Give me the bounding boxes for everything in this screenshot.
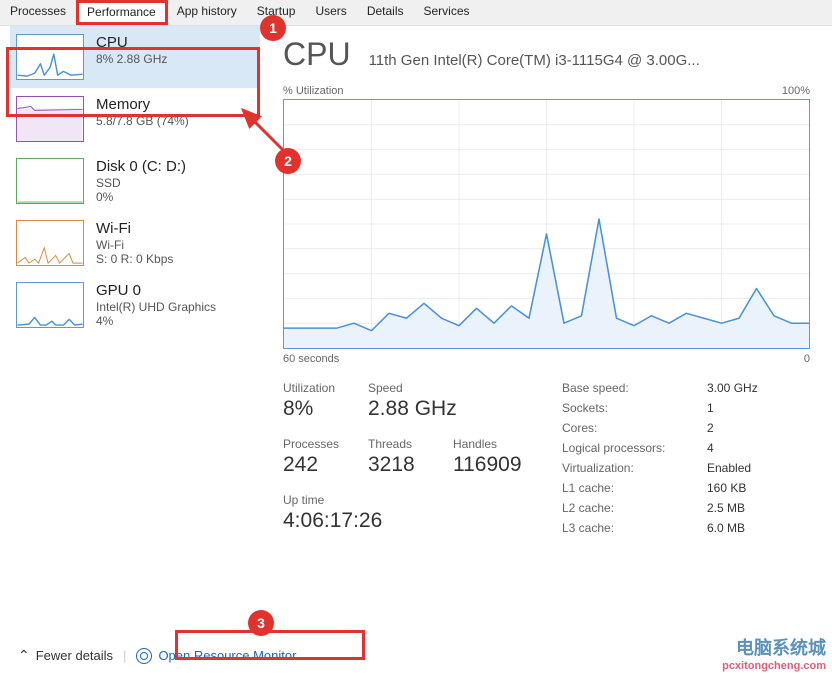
sidebar-item-wifi[interactable]: Wi-Fi Wi-Fi S: 0 R: 0 Kbps xyxy=(10,212,260,274)
memory-title: Memory xyxy=(96,96,189,113)
fewer-details-link[interactable]: Fewer details xyxy=(18,647,113,664)
open-resource-monitor-link[interactable]: Open Resource Monitor xyxy=(136,648,296,664)
handles-val: 116909 xyxy=(453,453,538,477)
util-lbl: Utilization xyxy=(283,381,368,395)
disk-thumb xyxy=(16,158,84,204)
handles-lbl: Handles xyxy=(453,437,538,451)
cpu-model: 11th Gen Intel(R) Core(TM) i3-1115G4 @ 3… xyxy=(369,52,810,69)
disk-sub2: 0% xyxy=(96,190,186,204)
chevron-up-icon xyxy=(18,647,30,664)
info-row: Virtualization:Enabled xyxy=(562,461,810,475)
cpu-sub: 8% 2.88 GHz xyxy=(96,52,167,66)
info-val: 3.00 GHz xyxy=(707,381,758,395)
chart-label-tl: % Utilization xyxy=(283,85,344,97)
util-val: 8% xyxy=(283,397,368,421)
info-val: 1 xyxy=(707,401,714,415)
proc-lbl: Processes xyxy=(283,437,368,451)
tab-details[interactable]: Details xyxy=(357,0,414,25)
info-row: L3 cache:6.0 MB xyxy=(562,521,810,535)
footer-divider: | xyxy=(123,648,126,663)
info-key: Cores: xyxy=(562,421,707,435)
info-val: Enabled xyxy=(707,461,751,475)
gpu-thumb xyxy=(16,282,84,328)
info-val: 6.0 MB xyxy=(707,521,745,535)
info-val: 160 KB xyxy=(707,481,746,495)
tab-services[interactable]: Services xyxy=(414,0,480,25)
chart-label-bl: 60 seconds xyxy=(283,353,339,365)
info-key: Base speed: xyxy=(562,381,707,395)
speed-lbl: Speed xyxy=(368,381,528,395)
wifi-sub2: S: 0 R: 0 Kbps xyxy=(96,252,173,266)
wifi-title: Wi-Fi xyxy=(96,220,173,237)
sidebar-item-gpu[interactable]: GPU 0 Intel(R) UHD Graphics 4% xyxy=(10,274,260,336)
gpu-sub2: 4% xyxy=(96,314,216,328)
speed-val: 2.88 GHz xyxy=(368,397,528,421)
cpu-thumb xyxy=(16,34,84,80)
sidebar-item-cpu[interactable]: CPU 8% 2.88 GHz xyxy=(10,26,260,88)
proc-val: 242 xyxy=(283,453,368,477)
footer: Fewer details | Open Resource Monitor xyxy=(0,641,832,670)
tab-users[interactable]: Users xyxy=(305,0,356,25)
chart-label-br: 0 xyxy=(804,353,810,365)
info-key: L3 cache: xyxy=(562,521,707,535)
sidebar-item-disk[interactable]: Disk 0 (C: D:) SSD 0% xyxy=(10,150,260,212)
content-panel: CPU 11th Gen Intel(R) Core(TM) i3-1115G4… xyxy=(265,26,832,638)
memory-sub: 5.8/7.8 GB (74%) xyxy=(96,114,189,128)
threads-lbl: Threads xyxy=(368,437,453,451)
sidebar: CPU 8% 2.88 GHz Memory 5.8/7.8 GB (74%) … xyxy=(0,26,265,638)
info-row: Cores:2 xyxy=(562,421,810,435)
info-val: 2 xyxy=(707,421,714,435)
info-key: Sockets: xyxy=(562,401,707,415)
wifi-thumb xyxy=(16,220,84,266)
threads-val: 3218 xyxy=(368,453,453,477)
info-key: Logical processors: xyxy=(562,441,707,455)
chart-label-tr: 100% xyxy=(782,85,810,97)
page-title: CPU xyxy=(283,36,351,73)
gpu-sub1: Intel(R) UHD Graphics xyxy=(96,300,216,314)
tab-processes[interactable]: Processes xyxy=(0,0,76,25)
tab-performance[interactable]: Performance xyxy=(76,0,167,25)
memory-thumb xyxy=(16,96,84,142)
info-row: Sockets:1 xyxy=(562,401,810,415)
cpu-chart[interactable] xyxy=(283,99,810,349)
disk-sub1: SSD xyxy=(96,176,186,190)
fewer-details-label: Fewer details xyxy=(36,648,113,663)
resmon-label: Open Resource Monitor xyxy=(158,648,296,663)
gpu-title: GPU 0 xyxy=(96,282,216,299)
info-row: L1 cache:160 KB xyxy=(562,481,810,495)
info-row: Base speed:3.00 GHz xyxy=(562,381,810,395)
info-row: Logical processors:4 xyxy=(562,441,810,455)
info-key: L2 cache: xyxy=(562,501,707,515)
tab-startup[interactable]: Startup xyxy=(247,0,306,25)
tab-app-history[interactable]: App history xyxy=(167,0,247,25)
wifi-sub1: Wi-Fi xyxy=(96,238,173,252)
uptime-val: 4:06:17:26 xyxy=(283,509,523,533)
info-key: L1 cache: xyxy=(562,481,707,495)
cpu-title: CPU xyxy=(96,34,167,51)
disk-title: Disk 0 (C: D:) xyxy=(96,158,186,175)
info-val: 2.5 MB xyxy=(707,501,745,515)
monitor-icon xyxy=(136,648,152,664)
sidebar-item-memory[interactable]: Memory 5.8/7.8 GB (74%) xyxy=(10,88,260,150)
info-val: 4 xyxy=(707,441,714,455)
uptime-lbl: Up time xyxy=(283,493,523,507)
info-list: Base speed:3.00 GHzSockets:1Cores:2Logic… xyxy=(562,381,810,549)
info-row: L2 cache:2.5 MB xyxy=(562,501,810,515)
info-key: Virtualization: xyxy=(562,461,707,475)
tab-bar: Processes Performance App history Startu… xyxy=(0,0,832,26)
